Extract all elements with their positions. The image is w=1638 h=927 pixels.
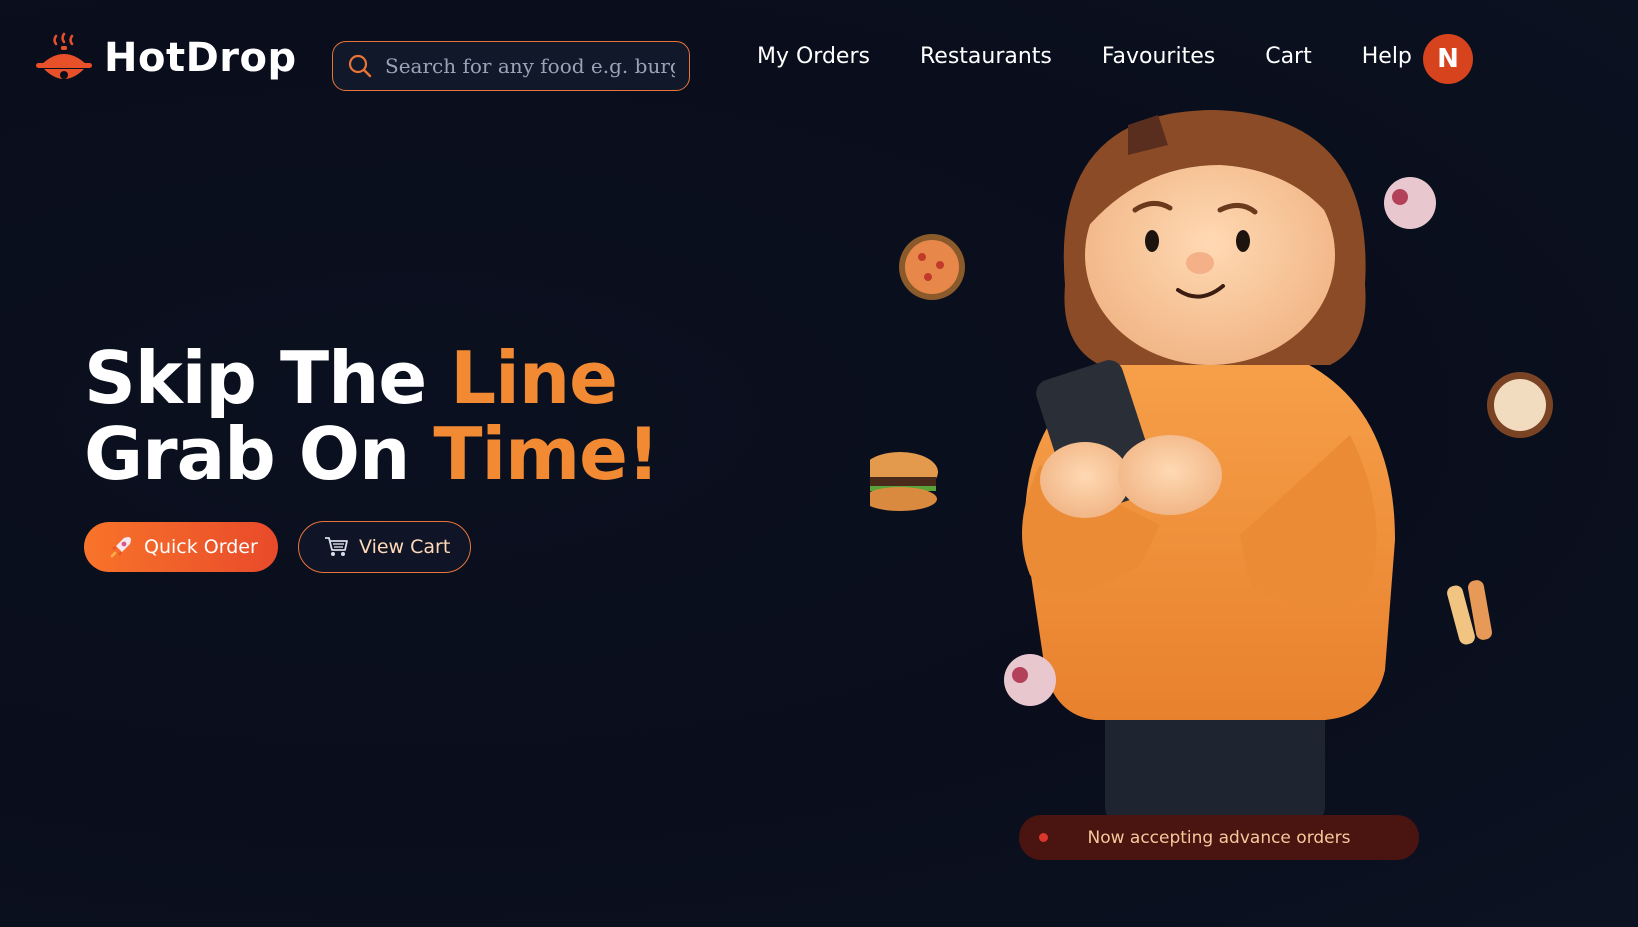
main-menu: My Orders Restaurants Favourites Cart He…	[757, 44, 1412, 69]
dumplings-icon	[1487, 372, 1553, 438]
nav-favourites[interactable]: Favourites	[1102, 44, 1215, 69]
nav-cart[interactable]: Cart	[1265, 44, 1312, 69]
hero-line2-accent: Time!	[433, 412, 659, 496]
nav-help[interactable]: Help	[1362, 44, 1412, 69]
search-icon	[348, 54, 372, 78]
hero-line2-white: Grab On	[84, 412, 434, 496]
hero-headline: Skip The Line Grab On Time!	[84, 340, 660, 492]
hero-line1-white: Skip The	[84, 336, 451, 420]
view-cart-button[interactable]: View Cart	[298, 521, 471, 573]
brand-name: HotDrop	[104, 35, 297, 81]
burger-icon	[870, 452, 938, 511]
status-dot-icon	[1039, 833, 1048, 842]
brand-logo[interactable]: HotDrop	[34, 28, 297, 88]
search-input[interactable]	[383, 53, 677, 79]
quick-order-button[interactable]: Quick Order	[84, 522, 278, 572]
nav-restaurants[interactable]: Restaurants	[920, 44, 1052, 69]
pizza-icon	[899, 234, 965, 300]
status-text: Now accepting advance orders	[1087, 827, 1351, 848]
quick-order-label: Quick Order	[144, 536, 258, 558]
hero-line1-accent: Line	[450, 336, 618, 420]
top-navbar: HotDrop My Orders Restaurants Favourites…	[0, 0, 1638, 120]
hot-pot-logo-icon	[36, 32, 92, 79]
rocket-icon	[110, 537, 131, 558]
view-cart-label: View Cart	[359, 536, 451, 558]
nav-my-orders[interactable]: My Orders	[757, 44, 870, 69]
cart-icon	[325, 537, 348, 556]
advance-orders-status-pill: Now accepting advance orders	[1019, 815, 1419, 860]
hero-illustration	[870, 110, 1553, 825]
user-avatar[interactable]: N	[1423, 34, 1473, 84]
search-bar[interactable]	[332, 41, 690, 91]
spring-rolls-icon	[1447, 580, 1492, 645]
